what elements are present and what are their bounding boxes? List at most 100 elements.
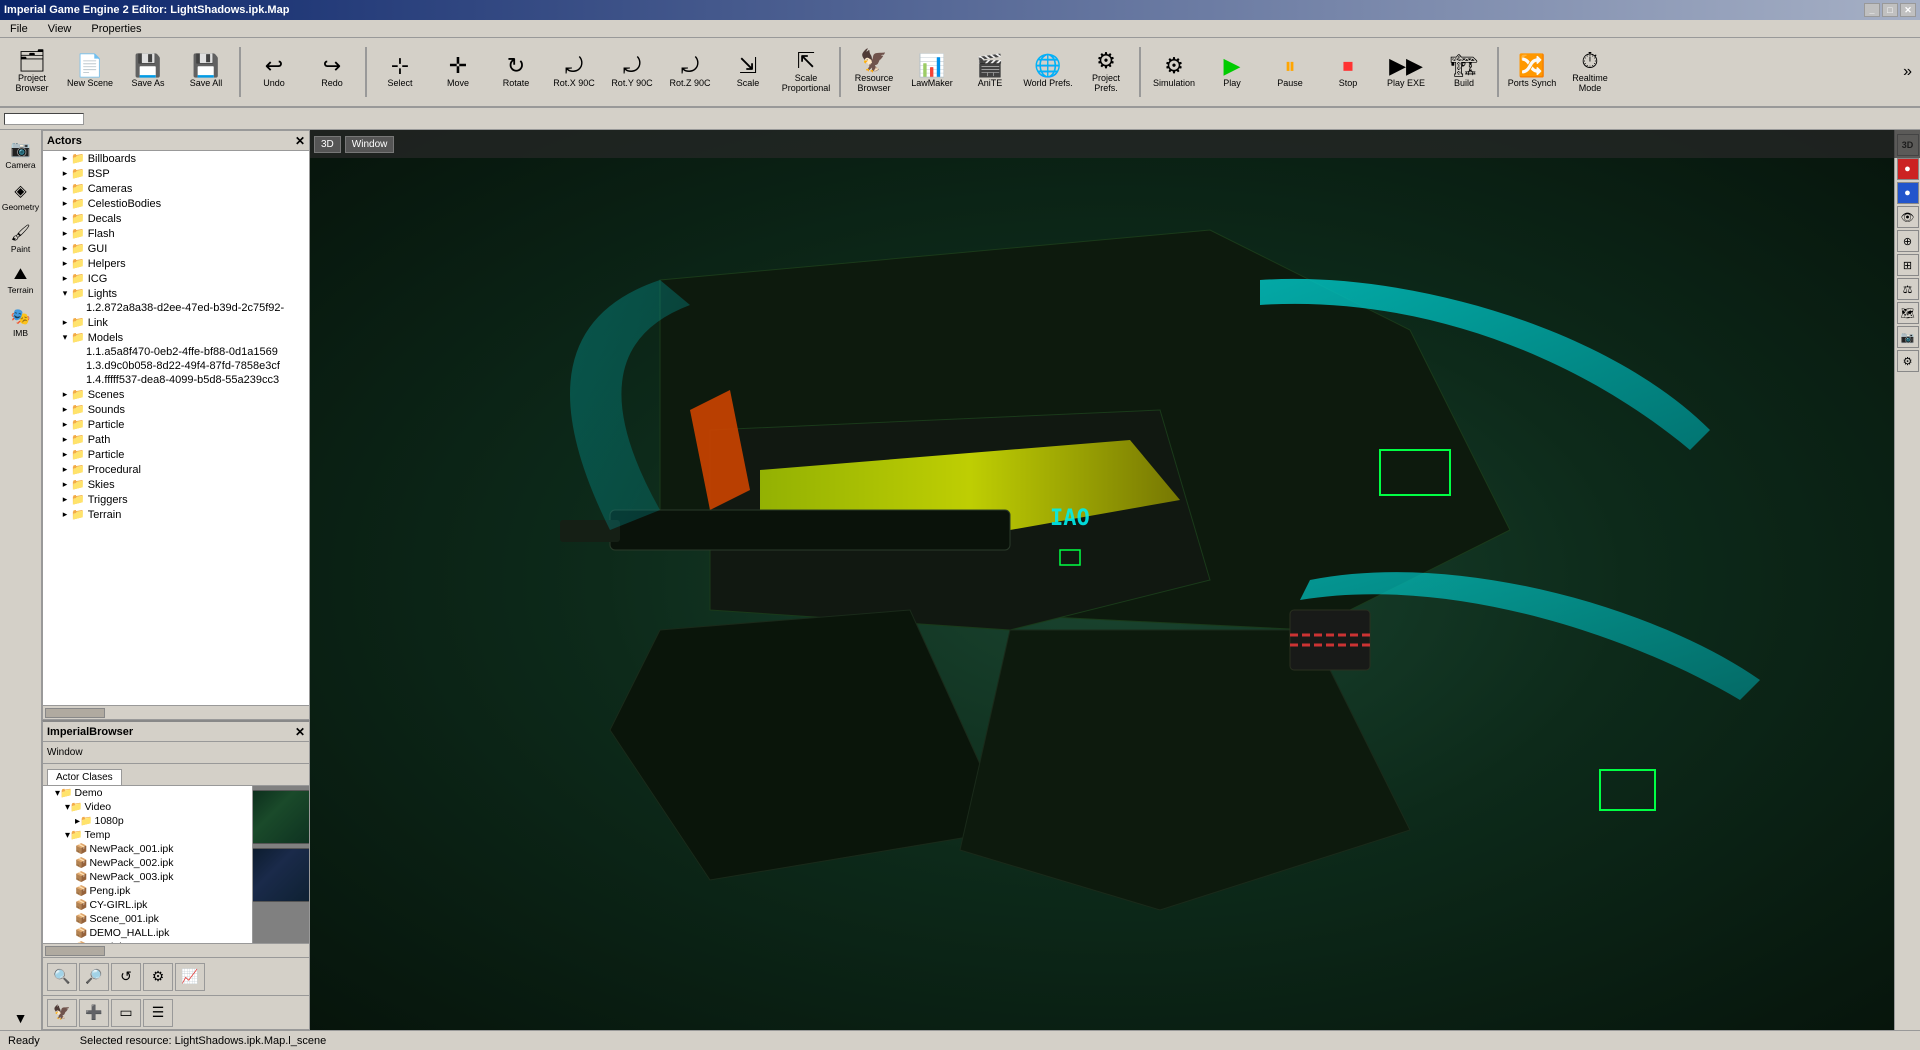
view-plus-btn[interactable]: ⊕ bbox=[1897, 230, 1919, 252]
file-tree-item[interactable]: 📦DEMO_HALL.ipk bbox=[43, 926, 252, 940]
toolbar-slider[interactable] bbox=[4, 113, 84, 125]
sidebar-expand-arrow[interactable]: ▼ bbox=[14, 1010, 28, 1026]
actor-classes-tab[interactable]: Actor Clases bbox=[47, 769, 122, 785]
build-button[interactable]: 🏗 Build bbox=[1436, 42, 1492, 102]
tree-item[interactable]: ▸📁Triggers bbox=[43, 492, 309, 507]
imp-search-button[interactable]: 🔍 bbox=[47, 963, 77, 991]
imp-add-button[interactable]: ➕ bbox=[79, 999, 109, 1027]
tree-item[interactable]: ▸📁Cameras bbox=[43, 181, 309, 196]
sidebar-camera-button[interactable]: 📷 Camera bbox=[3, 134, 39, 174]
toolbar-overflow[interactable]: » bbox=[1899, 63, 1916, 81]
view-red-btn[interactable]: ● bbox=[1897, 158, 1919, 180]
tree-item[interactable]: ▸📁Skies bbox=[43, 477, 309, 492]
ports-synch-button[interactable]: 🔀 Ports Synch bbox=[1504, 42, 1560, 102]
sidebar-imb-button[interactable]: 🎭 IMB bbox=[3, 302, 39, 342]
tree-item[interactable]: 1.4.fffff537-dea8-4099-b5d8-55a239cc3 bbox=[43, 373, 309, 387]
file-tree-item[interactable]: 📦Peng.ipk bbox=[43, 884, 252, 898]
viewport-window-button[interactable]: Window bbox=[345, 136, 395, 153]
file-tree-item[interactable]: 📦NewPack_002.ipk bbox=[43, 856, 252, 870]
viewport-3d-button[interactable]: 3D bbox=[314, 136, 341, 153]
project-prefs-button[interactable]: ⚙ Project Prefs. bbox=[1078, 42, 1134, 102]
tree-item[interactable]: 1.3.d9c0b058-8d22-49f4-87fd-7858e3cf bbox=[43, 359, 309, 373]
view-blue-btn[interactable]: ● bbox=[1897, 182, 1919, 204]
roty90c-button[interactable]: ⤾ Rot.Y 90C bbox=[604, 42, 660, 102]
actors-scrollbar-h[interactable] bbox=[43, 705, 309, 719]
scale-proportional-button[interactable]: ⇱ Scale Proportional bbox=[778, 42, 834, 102]
actors-panel-close[interactable]: ✕ bbox=[295, 134, 305, 148]
view-map-btn[interactable]: 🗺 bbox=[1897, 302, 1919, 324]
imp-search2-button[interactable]: 🔎 bbox=[79, 963, 109, 991]
file-tree-item[interactable]: ▾📁Demo bbox=[43, 786, 252, 800]
save-all-button[interactable]: 💾 Save All bbox=[178, 42, 234, 102]
tree-item[interactable]: ▸📁BSP bbox=[43, 166, 309, 181]
tree-item[interactable]: ▸📁Scenes bbox=[43, 387, 309, 402]
tree-item[interactable]: ▸📁CelestioBodies bbox=[43, 196, 309, 211]
menu-view[interactable]: View bbox=[42, 21, 78, 37]
imp-box-button[interactable]: ▭ bbox=[111, 999, 141, 1027]
tree-item[interactable]: ▸📁Path bbox=[43, 432, 309, 447]
simulation-button[interactable]: ⚙ Simulation bbox=[1146, 42, 1202, 102]
file-tree-item[interactable]: 📦NewPack_001.ipk bbox=[43, 842, 252, 856]
sidebar-geometry-button[interactable]: ◈ Geometry bbox=[3, 176, 39, 216]
imp-chart-button[interactable]: 📈 bbox=[175, 963, 205, 991]
tree-item[interactable]: ▾📁Models bbox=[43, 330, 309, 345]
move-button[interactable]: ✛ Move bbox=[430, 42, 486, 102]
actors-tree-view[interactable]: ▸📁Billboards▸📁BSP▸📁Cameras▸📁CelestioBodi… bbox=[43, 151, 309, 705]
project-browser-button[interactable]: 🗂 Project Browser bbox=[4, 42, 60, 102]
menu-file[interactable]: File bbox=[4, 21, 34, 37]
pause-button[interactable]: ⏸ Pause bbox=[1262, 42, 1318, 102]
stop-button[interactable]: ⏹ Stop bbox=[1320, 42, 1376, 102]
sidebar-paint-button[interactable]: 🖌 Paint bbox=[3, 218, 39, 258]
actors-scroll-thumb[interactable] bbox=[45, 708, 105, 718]
file-tree-item[interactable]: ▾📁Video bbox=[43, 800, 252, 814]
play-button[interactable]: ▶ Play bbox=[1204, 42, 1260, 102]
tree-item[interactable]: ▸📁Terrain bbox=[43, 507, 309, 522]
rotx90c-button[interactable]: ⤾ Rot.X 90C bbox=[546, 42, 602, 102]
tree-item[interactable]: ▸📁Sounds bbox=[43, 402, 309, 417]
rotz90c-button[interactable]: ⤾ Rot.Z 90C bbox=[662, 42, 718, 102]
realtime-mode-button[interactable]: ⏱ Realtime Mode bbox=[1562, 42, 1618, 102]
anite-button[interactable]: 🎬 AniTE bbox=[962, 42, 1018, 102]
new-scene-button[interactable]: 📄 New Scene bbox=[62, 42, 118, 102]
imp-settings-button[interactable]: ⚙ bbox=[143, 963, 173, 991]
file-tree-item[interactable]: 📦Scene_001.ipk bbox=[43, 912, 252, 926]
file-tree-item[interactable]: 📦CY-GIRL.ipk bbox=[43, 898, 252, 912]
imperial-browser-close[interactable]: ✕ bbox=[295, 725, 305, 739]
imp-eagle-button[interactable]: 🦅 bbox=[47, 999, 77, 1027]
file-tree-item[interactable]: 📦NewPack_003.ipk bbox=[43, 870, 252, 884]
tree-item[interactable]: ▸📁Billboards bbox=[43, 151, 309, 166]
tree-item[interactable]: ▸📁Procedural bbox=[43, 462, 309, 477]
file-tree-item[interactable]: ▸📁1080p bbox=[43, 814, 252, 828]
tree-item[interactable]: ▸📁Particle bbox=[43, 447, 309, 462]
menu-properties[interactable]: Properties bbox=[85, 21, 147, 37]
view-camera-btn[interactable]: 📷 bbox=[1897, 326, 1919, 348]
tree-item[interactable]: ▸📁Link bbox=[43, 315, 309, 330]
imperial-scrollbar-h[interactable] bbox=[43, 943, 309, 957]
imp-refresh-button[interactable]: ↺ bbox=[111, 963, 141, 991]
file-tree-item[interactable]: ▾📁Temp bbox=[43, 828, 252, 842]
resource-browser-button[interactable]: 🦅 Resource Browser bbox=[846, 42, 902, 102]
tree-item[interactable]: 1.1.a5a8f470-0eb2-4ffe-bf88-0d1a1569 bbox=[43, 345, 309, 359]
play-exe-button[interactable]: ▶▶ Play EXE bbox=[1378, 42, 1434, 102]
view-settings-btn[interactable]: ⚙ bbox=[1897, 350, 1919, 372]
tree-item[interactable]: ▸📁Helpers bbox=[43, 256, 309, 271]
viewport[interactable]: 3D Window bbox=[310, 130, 1920, 1030]
world-prefs-button[interactable]: 🌐 World Prefs. bbox=[1020, 42, 1076, 102]
tree-item[interactable]: ▸📁GUI bbox=[43, 241, 309, 256]
scale-button[interactable]: ⇲ Scale bbox=[720, 42, 776, 102]
view-eye-btn[interactable]: 👁 bbox=[1897, 206, 1919, 228]
tree-item[interactable]: ▸📁ICG bbox=[43, 271, 309, 286]
view-balance-btn[interactable]: ⚖ bbox=[1897, 278, 1919, 300]
lawmaker-button[interactable]: 📊 LawMaker bbox=[904, 42, 960, 102]
view-grid-btn[interactable]: ⊞ bbox=[1897, 254, 1919, 276]
tree-item[interactable]: ▾📁Lights bbox=[43, 286, 309, 301]
select-button[interactable]: ⊹ Select bbox=[372, 42, 428, 102]
imperial-scroll-thumb[interactable] bbox=[45, 946, 105, 956]
tree-item[interactable]: 1.2.872a8a38-d2ee-47ed-b39d-2c75f92- bbox=[43, 301, 309, 315]
imp-split-button[interactable]: ☰ bbox=[143, 999, 173, 1027]
redo-button[interactable]: ↪ Redo bbox=[304, 42, 360, 102]
close-button[interactable]: ✕ bbox=[1900, 3, 1916, 17]
undo-button[interactable]: ↩ Undo bbox=[246, 42, 302, 102]
file-tree[interactable]: ▾📁Demo▾📁Video▸📁1080p▾📁Temp📦NewPack_001.i… bbox=[43, 786, 253, 943]
tree-item[interactable]: ▸📁Flash bbox=[43, 226, 309, 241]
